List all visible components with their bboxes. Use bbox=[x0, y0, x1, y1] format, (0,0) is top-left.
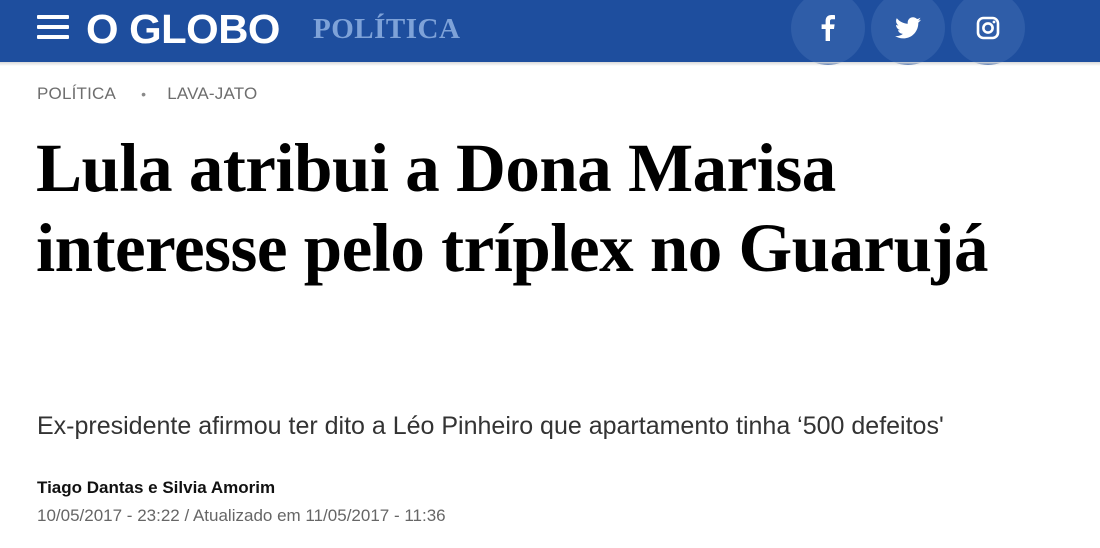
facebook-share-button[interactable] bbox=[791, 0, 865, 65]
hamburger-menu-icon[interactable] bbox=[35, 12, 73, 44]
breadcrumb-separator: • bbox=[141, 86, 147, 102]
article-dateline: 10/05/2017 - 23:22 / Atualizado em 11/05… bbox=[37, 506, 446, 525]
menu-line bbox=[37, 35, 69, 39]
article-subtitle: Ex-presidente afirmou ter dito a Léo Pin… bbox=[37, 412, 944, 440]
instagram-share-button[interactable] bbox=[951, 0, 1025, 65]
instagram-icon bbox=[976, 16, 1000, 40]
menu-line bbox=[37, 25, 69, 29]
breadcrumb-item-lava-jato[interactable]: LAVA-JATO bbox=[167, 84, 257, 104]
breadcrumb: POLÍTICA • LAVA-JATO bbox=[37, 84, 257, 104]
article-authors: Tiago Dantas e Silvia Amorim bbox=[37, 478, 276, 497]
breadcrumb-item-politica[interactable]: POLÍTICA bbox=[37, 84, 116, 104]
o-globo-logo[interactable]: O GLOBO bbox=[86, 7, 280, 51]
facebook-icon bbox=[821, 15, 835, 41]
top-navigation-bar: O GLOBO POLÍTICA bbox=[0, 0, 1100, 65]
article-headline: Lula atribui a Dona Marisa interesse pel… bbox=[36, 130, 989, 286]
twitter-icon bbox=[895, 17, 921, 39]
header-shadow bbox=[0, 62, 1100, 66]
menu-line bbox=[37, 15, 69, 19]
twitter-share-button[interactable] bbox=[871, 0, 945, 65]
section-title[interactable]: POLÍTICA bbox=[313, 12, 460, 46]
